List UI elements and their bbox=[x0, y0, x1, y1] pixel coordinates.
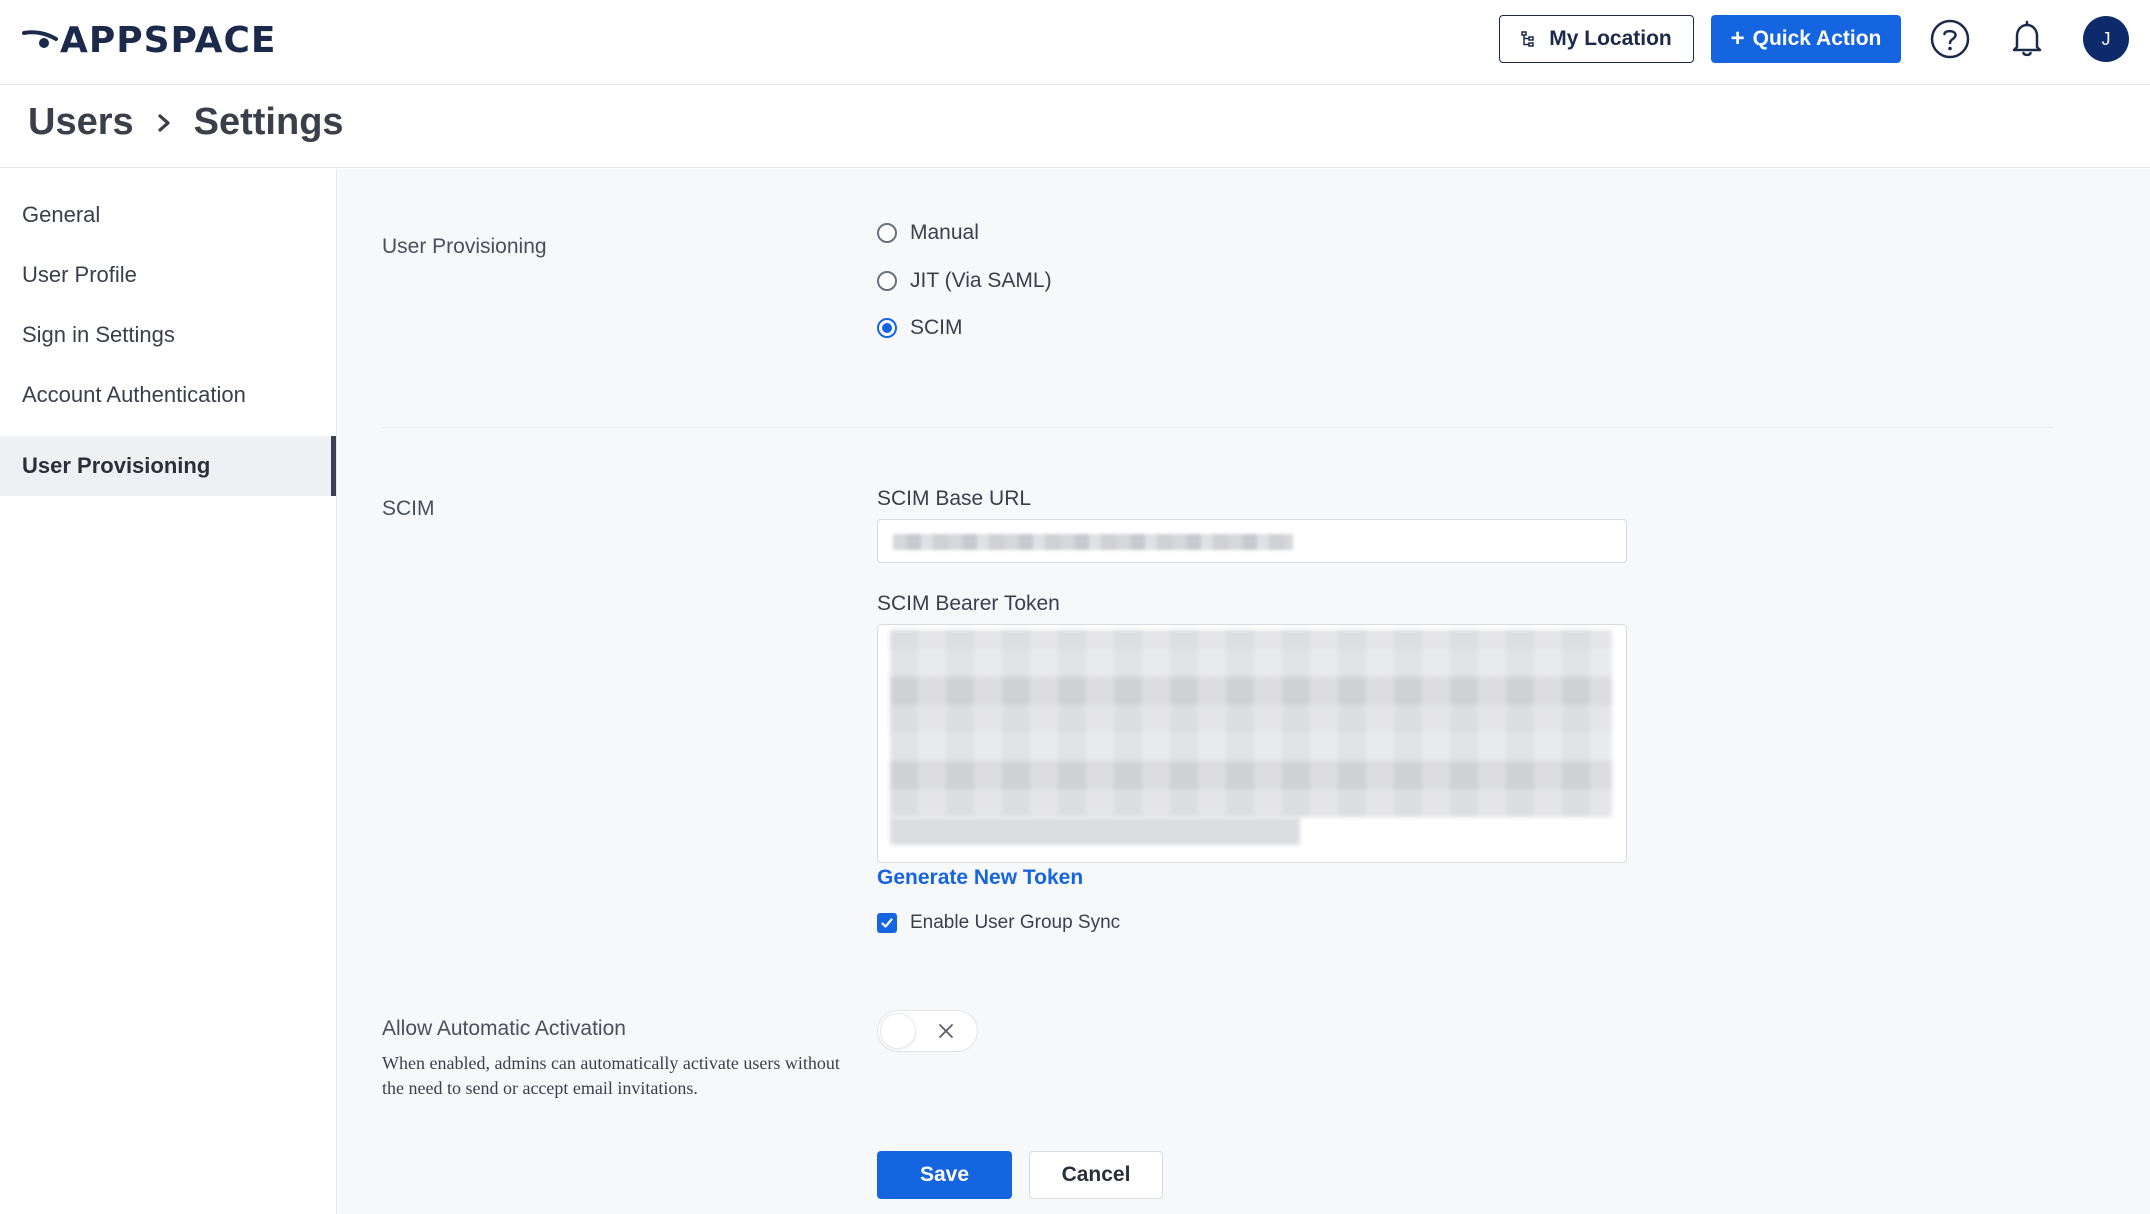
radio-manual[interactable]: Manual bbox=[877, 221, 979, 245]
checkbox-checked[interactable] bbox=[877, 913, 897, 933]
logo-text: APPSPACE bbox=[60, 19, 277, 61]
radio-label: JIT (Via SAML) bbox=[910, 269, 1052, 292]
top-bar: APPSPACE My Location + Quick Action J bbox=[0, 0, 2150, 85]
radio-button-selected[interactable] bbox=[877, 318, 897, 338]
page-title: Settings bbox=[193, 101, 344, 143]
radio-jit-saml[interactable]: JIT (Via SAML) bbox=[877, 269, 1052, 293]
cancel-button[interactable]: Cancel bbox=[1029, 1151, 1163, 1199]
breadcrumb-bar: Users Settings bbox=[0, 86, 2150, 168]
scim-base-url-input[interactable] bbox=[877, 519, 1627, 563]
breadcrumb: Users Settings bbox=[28, 101, 344, 144]
bell-icon[interactable] bbox=[2009, 19, 2045, 59]
user-provisioning-label: User Provisioning bbox=[382, 235, 547, 258]
quick-action-label: Quick Action bbox=[1752, 27, 1882, 50]
scim-bearer-token-field[interactable] bbox=[877, 624, 1627, 863]
radio-label: SCIM bbox=[910, 316, 963, 339]
breadcrumb-users[interactable]: Users bbox=[28, 101, 134, 144]
radio-label: Manual bbox=[910, 221, 979, 244]
sidebar-item-account-authentication[interactable]: Account Authentication bbox=[0, 365, 336, 425]
redacted-token-tail bbox=[890, 817, 1300, 845]
checkbox-label: Enable User Group Sync bbox=[910, 912, 1121, 933]
generate-new-token-link[interactable]: Generate New Token bbox=[877, 866, 1083, 890]
redacted-token bbox=[890, 630, 1612, 817]
quick-action-button[interactable]: + Quick Action bbox=[1711, 15, 1901, 63]
toggle-knob bbox=[880, 1013, 916, 1049]
enable-user-group-sync[interactable]: Enable User Group Sync bbox=[877, 912, 1120, 934]
scim-bearer-token-label: SCIM Bearer Token bbox=[877, 592, 1060, 615]
sidebar-item-user-profile[interactable]: User Profile bbox=[0, 245, 336, 305]
radio-scim[interactable]: SCIM bbox=[877, 316, 963, 340]
help-icon[interactable] bbox=[1930, 19, 1970, 59]
logo-swoosh-icon bbox=[22, 30, 58, 48]
radio-button[interactable] bbox=[877, 223, 897, 243]
automatic-activation-toggle[interactable] bbox=[877, 1010, 978, 1052]
my-location-button[interactable]: My Location bbox=[1499, 15, 1694, 63]
sidebar-item-sign-in-settings[interactable]: Sign in Settings bbox=[0, 305, 336, 365]
close-icon bbox=[939, 1024, 953, 1038]
chevron-right-icon bbox=[158, 113, 170, 132]
sidebar-item-user-provisioning[interactable]: User Provisioning bbox=[0, 436, 336, 496]
automatic-activation-title: Allow Automatic Activation bbox=[382, 1017, 626, 1040]
location-tree-icon bbox=[1521, 31, 1534, 47]
redacted-url bbox=[893, 534, 1293, 550]
user-avatar[interactable]: J bbox=[2083, 16, 2129, 62]
scim-base-url-label: SCIM Base URL bbox=[877, 487, 1032, 510]
automatic-activation-description: When enabled, admins can automatically a… bbox=[382, 1053, 840, 1098]
sidebar-item-general[interactable]: General bbox=[0, 185, 336, 245]
checkmark-icon bbox=[881, 918, 893, 928]
main-content: User Provisioning Manual JIT (Via SAML) … bbox=[338, 169, 2150, 1214]
section-divider bbox=[382, 427, 2054, 428]
settings-sidebar: General User Profile Sign in Settings Ac… bbox=[0, 169, 337, 1214]
save-button[interactable]: Save bbox=[877, 1151, 1012, 1199]
radio-button[interactable] bbox=[877, 271, 897, 291]
scim-section-label: SCIM bbox=[382, 497, 435, 520]
plus-icon: + bbox=[1730, 25, 1745, 52]
my-location-label: My Location bbox=[1549, 27, 1672, 50]
appspace-logo[interactable]: APPSPACE bbox=[22, 19, 277, 61]
